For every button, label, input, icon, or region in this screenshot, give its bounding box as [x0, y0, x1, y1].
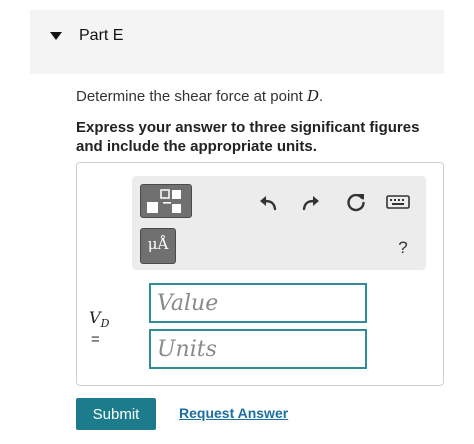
request-answer-link[interactable]: Request Answer — [179, 405, 288, 421]
templates-icon — [147, 189, 181, 213]
question-period: . — [319, 88, 324, 105]
equals-sign: = — [91, 331, 100, 348]
templates-button[interactable] — [140, 184, 192, 218]
units-input[interactable] — [149, 329, 367, 369]
units-button[interactable]: μÅ — [140, 228, 176, 264]
answer-box: μÅ ? VD = — [76, 162, 444, 386]
help-icon[interactable]: ? — [391, 236, 415, 260]
units-icon: μÅ — [147, 235, 169, 253]
submit-button[interactable]: Submit — [76, 398, 156, 430]
part-header[interactable]: Part E — [30, 10, 444, 74]
variable-subscript: D — [100, 317, 110, 331]
answer-variable-label: VD — [89, 308, 109, 330]
question-text: Determine the shear force at point D. — [76, 87, 323, 105]
value-input[interactable] — [149, 283, 367, 323]
variable-symbol: V — [89, 308, 101, 327]
undo-icon[interactable] — [256, 190, 280, 214]
question-prompt: Determine the shear force at point — [76, 88, 307, 105]
reset-icon[interactable] — [344, 190, 368, 214]
redo-icon[interactable] — [299, 190, 323, 214]
instructions: Express your answer to three significant… — [76, 119, 420, 155]
math-toolbar: μÅ ? — [132, 176, 426, 270]
keyboard-icon[interactable] — [385, 190, 411, 214]
question-point: D — [306, 87, 319, 105]
part-title: Part E — [79, 27, 124, 44]
collapse-caret-icon[interactable] — [50, 32, 62, 40]
